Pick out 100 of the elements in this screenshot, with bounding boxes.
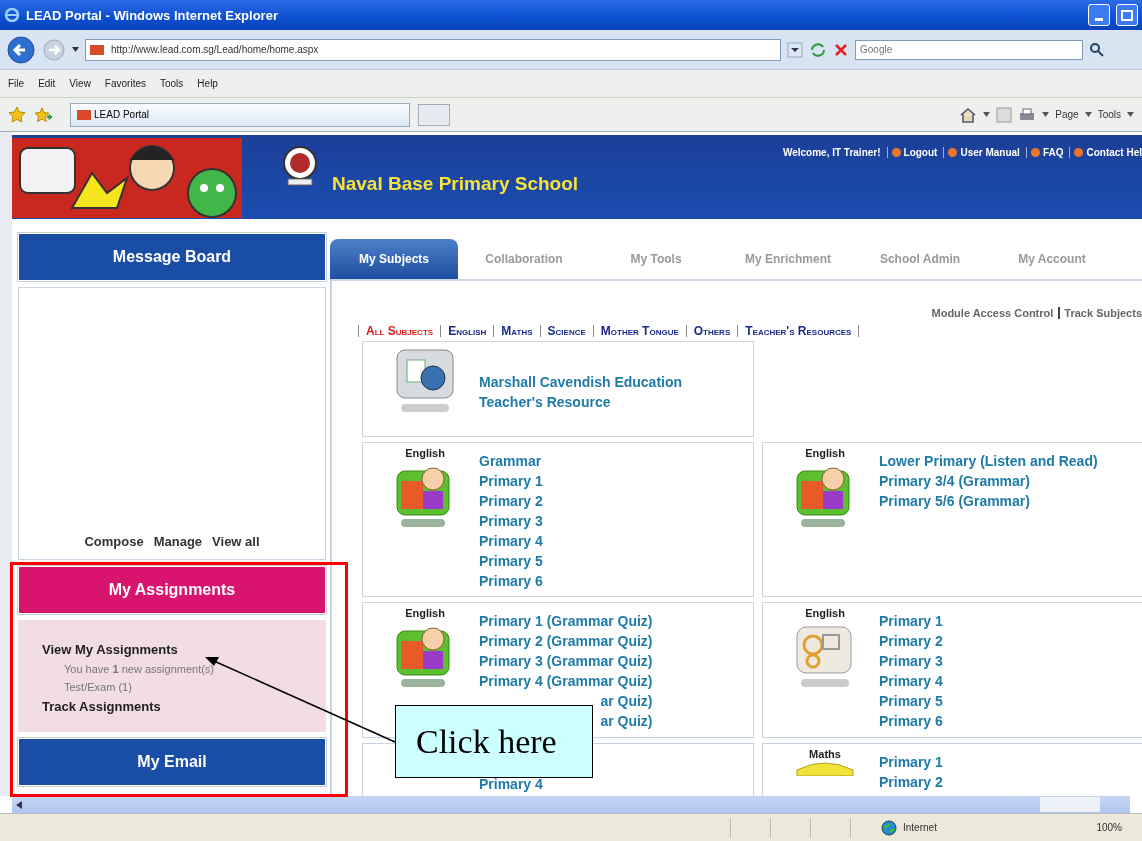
- module-link[interactable]: Primary 4 (Grammar Quiz): [479, 671, 653, 691]
- zoom-level[interactable]: 100%: [1096, 822, 1122, 833]
- security-zone: Internet: [903, 822, 937, 833]
- module-link[interactable]: Primary 5: [479, 551, 543, 571]
- header-link[interactable]: FAQ: [1025, 147, 1064, 158]
- module-link[interactable]: Primary 6: [879, 711, 943, 731]
- subject-filter[interactable]: English: [440, 325, 494, 337]
- menu-item[interactable]: Tools: [160, 78, 184, 89]
- globe-icon: [881, 819, 897, 836]
- module-link[interactable]: Primary 1: [879, 752, 943, 772]
- module-link[interactable]: Primary 1 (Grammar Quiz): [479, 611, 653, 631]
- caret-icon[interactable]: [1042, 112, 1050, 117]
- forward-button[interactable]: [42, 37, 66, 62]
- crest-icon: [282, 145, 318, 187]
- module-link[interactable]: Primary 3/4 (Grammar): [879, 471, 1098, 491]
- module-link[interactable]: Primary 2: [879, 772, 943, 792]
- email-header: My Email: [18, 738, 326, 786]
- message-link[interactable]: Compose: [84, 534, 144, 549]
- subject-filter[interactable]: All Subjects: [358, 325, 441, 337]
- module-link[interactable]: Primary 1: [879, 611, 943, 631]
- module-link[interactable]: Primary 2: [879, 631, 943, 651]
- subject-filter[interactable]: Others: [685, 325, 738, 337]
- caret-icon[interactable]: [983, 112, 991, 117]
- top-link[interactable]: Module Access Control: [931, 307, 1054, 319]
- module-link[interactable]: Primary 2 (Grammar Quiz): [479, 631, 653, 651]
- module-link[interactable]: Primary 3 (Grammar Quiz): [479, 651, 653, 671]
- caret-icon[interactable]: [1127, 112, 1134, 117]
- minimize-button[interactable]: [1088, 4, 1110, 26]
- assignment-link[interactable]: Track Assignments: [42, 699, 302, 714]
- module-link[interactable]: Primary 4: [479, 531, 543, 551]
- top-link[interactable]: Track Subjects: [1058, 307, 1142, 319]
- horizontal-scrollbar[interactable]: [12, 796, 1130, 813]
- subject-label: English: [805, 607, 845, 619]
- module-link[interactable]: Primary 1: [479, 471, 543, 491]
- print-icon[interactable]: [1018, 106, 1037, 123]
- dropdown-icon[interactable]: [787, 41, 803, 58]
- module-link[interactable]: ar Quiz): [600, 691, 653, 711]
- stop-icon[interactable]: [833, 41, 849, 58]
- welcome-text: Welcome, IT Trainer!: [782, 147, 881, 158]
- module-link[interactable]: ar Quiz): [600, 711, 653, 731]
- scroll-thumb[interactable]: [1040, 797, 1100, 812]
- subject-label: English: [805, 447, 845, 459]
- command-menu[interactable]: Page: [1055, 109, 1079, 120]
- subject-filter[interactable]: Maths: [493, 325, 540, 337]
- module-link[interactable]: Primary 5/6 (Grammar): [879, 491, 1098, 511]
- subject-filter[interactable]: Science: [539, 325, 593, 337]
- school-name: Naval Base Primary School: [332, 173, 579, 195]
- tab[interactable]: School Admin: [854, 239, 986, 279]
- home-icon[interactable]: [959, 106, 978, 123]
- subject-label: Maths: [809, 748, 841, 760]
- star-icon[interactable]: [8, 105, 26, 124]
- caret-icon[interactable]: [1084, 112, 1092, 117]
- menu-item[interactable]: Help: [197, 78, 218, 89]
- site-icon: [90, 44, 104, 55]
- module-link[interactable]: Primary 2: [479, 491, 543, 511]
- module-link[interactable]: Grammar: [479, 451, 543, 471]
- menu-item[interactable]: Edit: [38, 78, 56, 89]
- window-title: LEAD Portal - Windows Internet Explorer: [26, 7, 279, 23]
- message-link[interactable]: Manage: [153, 534, 203, 549]
- module-link[interactable]: Primary 5: [879, 691, 943, 711]
- caret-icon[interactable]: [72, 47, 79, 52]
- refresh-icon[interactable]: [809, 41, 827, 58]
- restore-button[interactable]: [1116, 4, 1138, 26]
- search-icon[interactable]: [1089, 41, 1105, 58]
- subject-filter[interactable]: Mother Tongue: [592, 325, 686, 337]
- browser-icon: [4, 7, 20, 23]
- menu-item[interactable]: View: [69, 78, 91, 89]
- message-board-header: Message Board: [18, 233, 326, 281]
- module-link[interactable]: Primary 3: [479, 511, 543, 531]
- module-link[interactable]: Marshall Cavendish Education: [479, 372, 683, 392]
- search-field[interactable]: Google: [855, 39, 1083, 60]
- header-link[interactable]: Contact Hel: [1069, 147, 1142, 158]
- message-link[interactable]: View all: [212, 534, 260, 549]
- add-favorite-icon[interactable]: [34, 105, 52, 124]
- module-link[interactable]: Primary 4: [879, 671, 943, 691]
- header-link[interactable]: Logout: [886, 147, 938, 158]
- menu-item[interactable]: File: [8, 78, 25, 89]
- browser-tab[interactable]: LEAD Portal: [70, 102, 410, 127]
- assignment-detail: You have 1 new assignment(s): [63, 663, 216, 675]
- tab[interactable]: My Account: [986, 239, 1118, 279]
- tab[interactable]: Collaboration: [458, 239, 590, 279]
- header-link[interactable]: User Manual: [943, 147, 1020, 158]
- assignment-link[interactable]: View My Assignments: [42, 642, 302, 657]
- module-link[interactable]: Primary 3: [879, 651, 943, 671]
- module-link[interactable]: Primary 6: [479, 571, 543, 591]
- tab[interactable]: My Subjects: [330, 239, 458, 279]
- assignments-header: My Assignments: [18, 566, 326, 614]
- assignment-detail: Test/Exam (1): [63, 681, 133, 693]
- maths-tile-icon: [796, 762, 854, 776]
- command-menu[interactable]: Tools: [1097, 109, 1121, 120]
- back-button[interactable]: [6, 34, 36, 65]
- module-link[interactable]: Lower Primary (Listen and Read): [879, 451, 1098, 471]
- subject-filter[interactable]: Teacher's Resources: [737, 325, 859, 337]
- tab[interactable]: My Tools: [590, 239, 722, 279]
- address-field[interactable]: http://www.lead.com.sg/Lead/home/home.aspx: [85, 38, 781, 61]
- subject-label: English: [405, 607, 445, 619]
- subject-label: English: [405, 447, 445, 459]
- module-link[interactable]: Teacher's Resource: [479, 392, 683, 412]
- tab[interactable]: My Enrichment: [722, 239, 854, 279]
- menu-item[interactable]: Favorites: [104, 78, 146, 89]
